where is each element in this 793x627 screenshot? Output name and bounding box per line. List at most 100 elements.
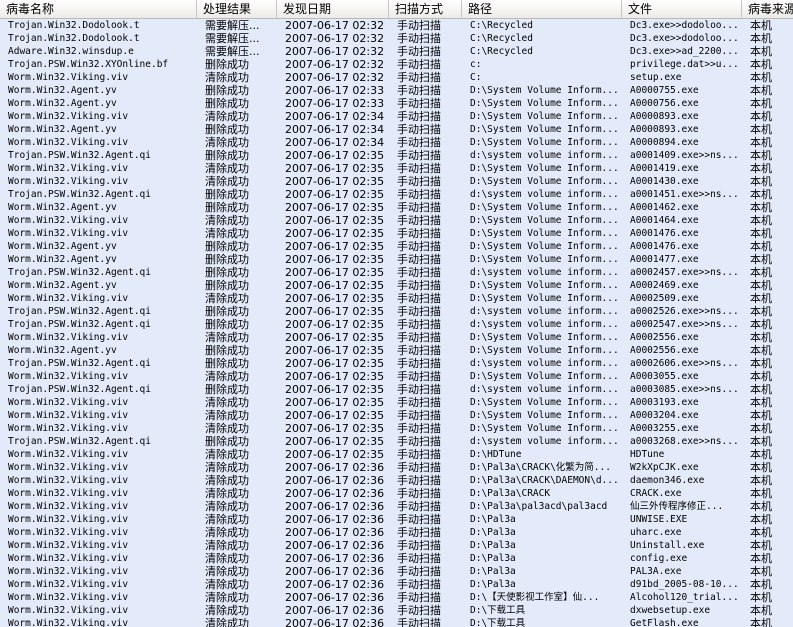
path-cell: d:\system volume inform... <box>470 384 619 395</box>
table-row[interactable]: Worm.Win32.Viking.viv 清除成功 2007-06-17 02:3… <box>0 591 793 604</box>
column-header-scan-type[interactable]: 扫描方式 <box>389 0 462 18</box>
table-row[interactable]: Worm.Win32.Viking.viv 清除成功 2007-06-17 02:3… <box>0 565 793 578</box>
source-cell: 本机 <box>750 240 772 253</box>
table-row[interactable]: Trojan.PSW.Win32.Agent.qi 删除成功 2007-06-17 … <box>0 149 793 162</box>
table-row[interactable]: Worm.Win32.Agent.yv 删除成功 2007-06-17 02:33 手… <box>0 84 793 97</box>
table-row[interactable]: Trojan.PSW.Win32.Agent.qi 删除成功 2007-06-17 … <box>0 305 793 318</box>
table-row[interactable]: Worm.Win32.Viking.viv 清除成功 2007-06-17 02:3… <box>0 578 793 591</box>
table-row[interactable]: Worm.Win32.Viking.viv 清除成功 2007-06-17 02:3… <box>0 448 793 461</box>
table-row[interactable]: Worm.Win32.Viking.viv 清除成功 2007-06-17 02:3… <box>0 617 793 627</box>
table-row[interactable]: Trojan.PSW.Win32.Agent.qi 删除成功 2007-06-17 … <box>0 357 793 370</box>
result-cell: 删除成功 <box>205 188 249 201</box>
path-cell: D:\System Volume Inform... <box>470 202 619 213</box>
table-row[interactable]: Trojan.PSW.Win32.Agent.qi 删除成功 2007-06-17 … <box>0 266 793 279</box>
table-row[interactable]: Worm.Win32.Agent.yv 删除成功 2007-06-17 02:35 手… <box>0 344 793 357</box>
table-row[interactable]: Worm.Win32.Agent.yv 删除成功 2007-06-17 02:35 手… <box>0 279 793 292</box>
scan-type-cell: 手动扫描 <box>397 162 441 175</box>
file-cell: PAL3A.exe <box>630 566 682 577</box>
table-row[interactable]: Worm.Win32.Viking.viv 清除成功 2007-06-17 02:3… <box>0 474 793 487</box>
virus-name-cell: Trojan.PSW.Win32.XYOnline.bf <box>8 59 169 70</box>
table-row[interactable]: Worm.Win32.Viking.viv 清除成功 2007-06-17 02:3… <box>0 175 793 188</box>
source-cell: 本机 <box>750 435 772 448</box>
source-cell: 本机 <box>750 58 772 71</box>
table-row[interactable]: Worm.Win32.Viking.viv 清除成功 2007-06-17 02:3… <box>0 136 793 149</box>
table-row[interactable]: Trojan.PSW.Win32.Agent.qi 删除成功 2007-06-17 … <box>0 188 793 201</box>
path-cell: D:\Pal3a\CRACK\DAEMON\d... <box>470 475 619 486</box>
date-cell: 2007-06-17 02:35 <box>285 279 385 292</box>
virus-name-cell: Trojan.PSW.Win32.Agent.qi <box>8 267 151 278</box>
source-cell: 本机 <box>750 201 772 214</box>
scan-type-cell: 手动扫描 <box>397 279 441 292</box>
virus-name-cell: Worm.Win32.Agent.yv <box>8 85 117 96</box>
table-row[interactable]: Worm.Win32.Agent.yv 删除成功 2007-06-17 02:33 手… <box>0 97 793 110</box>
table-row[interactable]: Worm.Win32.Agent.yv 删除成功 2007-06-17 02:34 手… <box>0 123 793 136</box>
table-row[interactable]: Worm.Win32.Viking.viv 清除成功 2007-06-17 02:3… <box>0 604 793 617</box>
table-row[interactable]: Trojan.PSW.Win32.Agent.qi 删除成功 2007-06-17 … <box>0 318 793 331</box>
path-cell: D:\System Volume Inform... <box>470 345 619 356</box>
table-row[interactable]: Worm.Win32.Viking.viv 清除成功 2007-06-17 02:3… <box>0 526 793 539</box>
table-row[interactable]: Worm.Win32.Viking.viv 清除成功 2007-06-17 02:3… <box>0 214 793 227</box>
column-header-file[interactable]: 文件 <box>622 0 742 18</box>
date-cell: 2007-06-17 02:32 <box>285 58 385 71</box>
table-row[interactable]: Worm.Win32.Viking.viv 清除成功 2007-06-17 02:3… <box>0 227 793 240</box>
path-cell: D:\System Volume Inform... <box>470 423 619 434</box>
column-header-result[interactable]: 处理结果 <box>197 0 277 18</box>
column-header-date[interactable]: 发现日期 <box>277 0 389 18</box>
virus-name-cell: Worm.Win32.Viking.viv <box>8 397 129 408</box>
table-row[interactable]: Worm.Win32.Viking.viv 清除成功 2007-06-17 02:3… <box>0 370 793 383</box>
result-cell: 清除成功 <box>205 461 249 474</box>
virus-name-cell: Worm.Win32.Viking.viv <box>8 215 129 226</box>
table-row[interactable]: Worm.Win32.Viking.viv 清除成功 2007-06-17 02:3… <box>0 409 793 422</box>
result-cell: 清除成功 <box>205 292 249 305</box>
table-row[interactable]: Worm.Win32.Viking.viv 清除成功 2007-06-17 02:3… <box>0 422 793 435</box>
table-row[interactable]: Worm.Win32.Viking.viv 清除成功 2007-06-17 02:3… <box>0 461 793 474</box>
table-row[interactable]: Worm.Win32.Agent.yv 删除成功 2007-06-17 02:35 手… <box>0 253 793 266</box>
table-row[interactable]: Worm.Win32.Viking.viv 清除成功 2007-06-17 02:3… <box>0 71 793 84</box>
path-cell: D:\System Volume Inform... <box>470 215 619 226</box>
table-row[interactable]: Worm.Win32.Viking.viv 清除成功 2007-06-17 02:3… <box>0 292 793 305</box>
column-header-virus-name[interactable]: 病毒名称 <box>0 0 197 18</box>
date-cell: 2007-06-17 02:36 <box>285 539 385 552</box>
table-row[interactable]: Trojan.Win32.Dodolook.t 需要解压... 2007-06-17… <box>0 19 793 32</box>
table-row[interactable]: Worm.Win32.Viking.viv 清除成功 2007-06-17 02:3… <box>0 539 793 552</box>
table-row[interactable]: Worm.Win32.Viking.viv 清除成功 2007-06-17 02:3… <box>0 500 793 513</box>
table-row[interactable]: Worm.Win32.Viking.viv 清除成功 2007-06-17 02:3… <box>0 396 793 409</box>
source-cell: 本机 <box>750 591 772 604</box>
source-cell: 本机 <box>750 110 772 123</box>
result-cell: 清除成功 <box>205 175 249 188</box>
table-row[interactable]: Adware.Win32.winsdup.e 需要解压... 2007-06-17 … <box>0 45 793 58</box>
table-row[interactable]: Worm.Win32.Viking.viv 清除成功 2007-06-17 02:3… <box>0 552 793 565</box>
table-row[interactable]: Trojan.PSW.Win32.Agent.qi 删除成功 2007-06-17 … <box>0 435 793 448</box>
source-cell: 本机 <box>750 149 772 162</box>
table-row[interactable]: Worm.Win32.Viking.viv 清除成功 2007-06-17 02:3… <box>0 162 793 175</box>
source-cell: 本机 <box>750 370 772 383</box>
table-row[interactable]: Worm.Win32.Viking.viv 清除成功 2007-06-17 02:3… <box>0 331 793 344</box>
result-cell: 清除成功 <box>205 474 249 487</box>
scan-type-cell: 手动扫描 <box>397 461 441 474</box>
source-cell: 本机 <box>750 162 772 175</box>
table-row[interactable]: Worm.Win32.Viking.viv 清除成功 2007-06-17 02:3… <box>0 110 793 123</box>
path-cell: D:\Pal3a <box>470 540 516 551</box>
source-cell: 本机 <box>750 71 772 84</box>
column-header-path[interactable]: 路径 <box>462 0 622 18</box>
table-row[interactable]: Worm.Win32.Viking.viv 清除成功 2007-06-17 02:3… <box>0 513 793 526</box>
result-cell: 清除成功 <box>205 422 249 435</box>
result-cell: 清除成功 <box>205 526 249 539</box>
scan-type-cell: 手动扫描 <box>397 552 441 565</box>
path-cell: C:\Recycled <box>470 33 533 44</box>
table-row[interactable]: Worm.Win32.Viking.viv 清除成功 2007-06-17 02:3… <box>0 487 793 500</box>
column-header-source[interactable]: 病毒来源 <box>742 0 793 18</box>
table-row[interactable]: Trojan.Win32.Dodolook.t 需要解压... 2007-06-17… <box>0 32 793 45</box>
table-row[interactable]: Worm.Win32.Agent.yv 删除成功 2007-06-17 02:35 手… <box>0 201 793 214</box>
result-cell: 删除成功 <box>205 357 249 370</box>
table-row[interactable]: Trojan.PSW.Win32.XYOnline.bf 删除成功 2007-06-… <box>0 58 793 71</box>
source-cell: 本机 <box>750 292 772 305</box>
virus-log-table: 病毒名称 处理结果 发现日期 扫描方式 路径 文件 病毒来源 Trojan.Wi… <box>0 0 793 627</box>
path-cell: d:\system volume inform... <box>470 189 619 200</box>
date-cell: 2007-06-17 02:35 <box>285 162 385 175</box>
path-cell: D:\Pal3a <box>470 527 516 538</box>
table-row[interactable]: Trojan.PSW.Win32.Agent.qi 删除成功 2007-06-17 … <box>0 383 793 396</box>
table-row[interactable]: Worm.Win32.Agent.yv 删除成功 2007-06-17 02:35 手… <box>0 240 793 253</box>
virus-name-cell: Worm.Win32.Viking.viv <box>8 228 129 239</box>
date-cell: 2007-06-17 02:36 <box>285 565 385 578</box>
